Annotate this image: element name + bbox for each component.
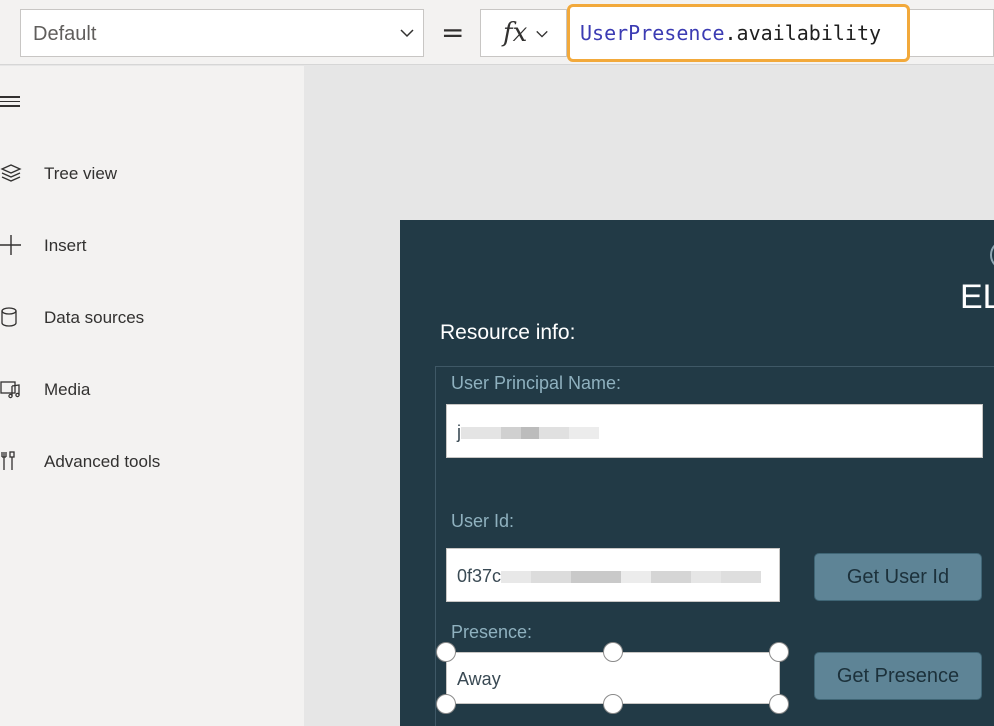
section-title: Resource info: — [440, 321, 576, 344]
user-id-input[interactable]: 0f37c — [446, 548, 780, 602]
nav-item-tree-view[interactable]: Tree view — [0, 154, 300, 194]
nav-item-label: Advanced tools — [44, 452, 161, 471]
nav-item-insert[interactable]: Insert — [0, 226, 300, 266]
plus-icon — [0, 235, 21, 255]
nav-item-label: Data sources — [44, 308, 145, 327]
equals-sign: = — [441, 16, 465, 49]
nav-item-advanced-tools[interactable]: Advanced tools — [0, 442, 300, 482]
chevron-down-icon — [400, 29, 414, 38]
database-icon — [1, 307, 17, 327]
formula-bar: Default = fx UserPresence.availability — [0, 0, 994, 65]
get-presence-button[interactable]: Get Presence — [814, 652, 982, 700]
formula-text: UserPresence.availability — [580, 21, 881, 45]
tools-icon — [1, 451, 15, 470]
user-id-label: User Id: — [451, 511, 515, 531]
chevron-down-icon — [536, 30, 548, 38]
hamburger-menu-icon[interactable] — [0, 96, 22, 108]
presence-value: Away — [457, 669, 501, 689]
fx-icon: fx — [503, 18, 528, 48]
layers-icon — [0, 164, 22, 182]
formula-input[interactable]: UserPresence.availability — [567, 4, 910, 62]
upn-value: j — [457, 422, 599, 443]
upn-input[interactable]: j — [446, 404, 983, 458]
left-pane: Tree view Insert Data sources Media Adva… — [0, 66, 304, 726]
logo-text: EL — [960, 278, 994, 316]
property-dropdown-value: Default — [33, 23, 97, 45]
nav-item-label: Tree view — [44, 164, 118, 183]
nav-item-media[interactable]: Media — [0, 370, 300, 410]
nav-item-label: Media — [44, 380, 91, 399]
nav-item-label: Insert — [44, 236, 87, 255]
property-dropdown[interactable]: Default — [20, 9, 424, 57]
get-user-id-button[interactable]: Get User Id — [814, 553, 982, 601]
logo-circle-icon — [990, 240, 994, 270]
resize-handle-top-right[interactable] — [769, 642, 789, 662]
resize-handle-top[interactable] — [603, 642, 623, 662]
resize-handle-bottom[interactable] — [603, 694, 623, 714]
upn-label: User Principal Name: — [451, 373, 622, 393]
fx-button[interactable]: fx — [480, 9, 566, 57]
user-id-value: 0f37c — [457, 566, 762, 587]
media-icon — [0, 381, 20, 399]
resize-handle-bottom-right[interactable] — [769, 694, 789, 714]
formula-identifier: UserPresence — [580, 21, 725, 45]
resize-handle-top-left[interactable] — [436, 642, 456, 662]
nav-item-data-sources[interactable]: Data sources — [0, 298, 300, 338]
resize-handle-bottom-left[interactable] — [436, 694, 456, 714]
app-screen[interactable]: EL Resource info: User Principal Name: j… — [400, 220, 994, 726]
formula-member: .availability — [724, 21, 882, 45]
presence-label: Presence: — [451, 622, 533, 642]
